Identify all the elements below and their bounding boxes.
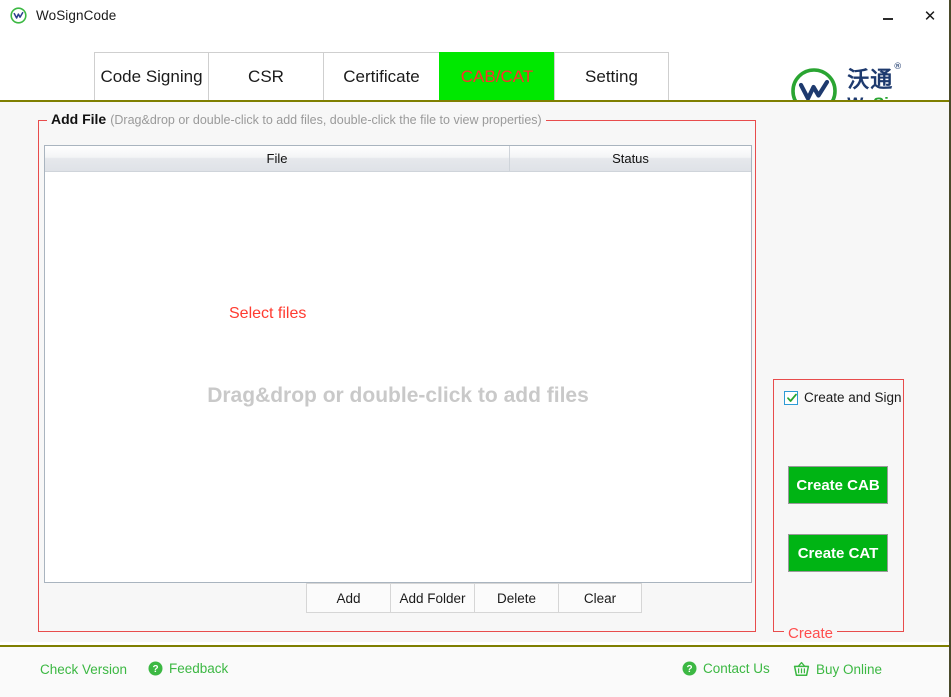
minimize-button[interactable] bbox=[867, 0, 909, 31]
select-files-hint[interactable]: Select files bbox=[229, 305, 306, 323]
drag-drop-hint: Drag&drop or double-click to add files bbox=[45, 384, 751, 408]
title-bar: WoSignCode ✕ bbox=[0, 0, 951, 31]
footer-bar: Check Version ? Feedback ? Contact Us bbox=[0, 647, 951, 697]
check-version-label: Check Version bbox=[40, 662, 127, 677]
create-and-sign-checkbox[interactable] bbox=[784, 391, 798, 405]
brand-chinese-name: 沃通® bbox=[847, 70, 909, 92]
create-panel-label: Create bbox=[784, 625, 837, 642]
file-action-buttons: Add Add Folder Delete Clear bbox=[44, 583, 752, 613]
add-file-panel-label: Add File (Drag&drop or double-click to ad… bbox=[47, 111, 546, 127]
create-label-text: Create bbox=[788, 625, 833, 642]
add-file-hint: (Drag&drop or double-click to add files,… bbox=[110, 113, 541, 127]
feedback-link[interactable]: ? Feedback bbox=[148, 661, 228, 676]
create-and-sign-label: Create and Sign bbox=[804, 390, 902, 405]
tab-list: Code Signing CSR Certificate CAB/CAT Set… bbox=[94, 52, 669, 101]
question-circle-icon: ? bbox=[682, 661, 697, 676]
file-list-header: File Status bbox=[45, 146, 751, 172]
close-button[interactable]: ✕ bbox=[909, 0, 951, 31]
column-header-status[interactable]: Status bbox=[510, 146, 751, 171]
contact-us-link[interactable]: ? Contact Us bbox=[682, 661, 770, 676]
tab-strip: Code Signing CSR Certificate CAB/CAT Set… bbox=[0, 31, 951, 101]
svg-text:?: ? bbox=[686, 664, 692, 675]
registered-mark: ® bbox=[893, 62, 903, 72]
create-panel: Create Create and Sign Create CAB Create… bbox=[773, 379, 904, 632]
tab-cab-cat[interactable]: CAB/CAT bbox=[439, 52, 554, 101]
tab-setting[interactable]: Setting bbox=[554, 52, 669, 101]
window-title: WoSignCode bbox=[36, 8, 116, 23]
svg-text:?: ? bbox=[152, 664, 158, 675]
feedback-label: Feedback bbox=[169, 661, 228, 676]
buy-online-label: Buy Online bbox=[816, 662, 882, 677]
tab-code-signing[interactable]: Code Signing bbox=[94, 52, 208, 101]
main-content: Add File (Drag&drop or double-click to ad… bbox=[0, 102, 951, 642]
window-controls: ✕ bbox=[867, 0, 951, 31]
tab-certificate[interactable]: Certificate bbox=[323, 52, 439, 101]
delete-button[interactable]: Delete bbox=[474, 583, 558, 613]
add-file-title: Add File bbox=[51, 111, 106, 127]
wosign-circle-icon bbox=[10, 7, 27, 24]
shopping-basket-icon bbox=[793, 661, 810, 677]
create-and-sign-row[interactable]: Create and Sign bbox=[784, 390, 902, 405]
add-button[interactable]: Add bbox=[306, 583, 390, 613]
tab-csr[interactable]: CSR bbox=[208, 52, 323, 101]
question-circle-icon: ? bbox=[148, 661, 163, 676]
column-header-file[interactable]: File bbox=[45, 146, 510, 171]
contact-us-label: Contact Us bbox=[703, 661, 770, 676]
create-cab-button[interactable]: Create CAB bbox=[788, 466, 888, 504]
file-list-body[interactable]: Select files Drag&drop or double-click t… bbox=[45, 172, 751, 583]
app-window: WoSignCode ✕ Code Signing CSR Certificat… bbox=[0, 0, 951, 697]
add-file-panel: Add File(Drag&drop or double-click to ad… bbox=[38, 120, 756, 632]
check-version-link[interactable]: Check Version bbox=[40, 662, 127, 677]
create-cat-button[interactable]: Create CAT bbox=[788, 534, 888, 572]
clear-button[interactable]: Clear bbox=[558, 583, 642, 613]
buy-online-link[interactable]: Buy Online bbox=[793, 661, 882, 677]
file-list[interactable]: File Status Select files Drag&drop or do… bbox=[44, 145, 752, 583]
add-folder-button[interactable]: Add Folder bbox=[390, 583, 474, 613]
